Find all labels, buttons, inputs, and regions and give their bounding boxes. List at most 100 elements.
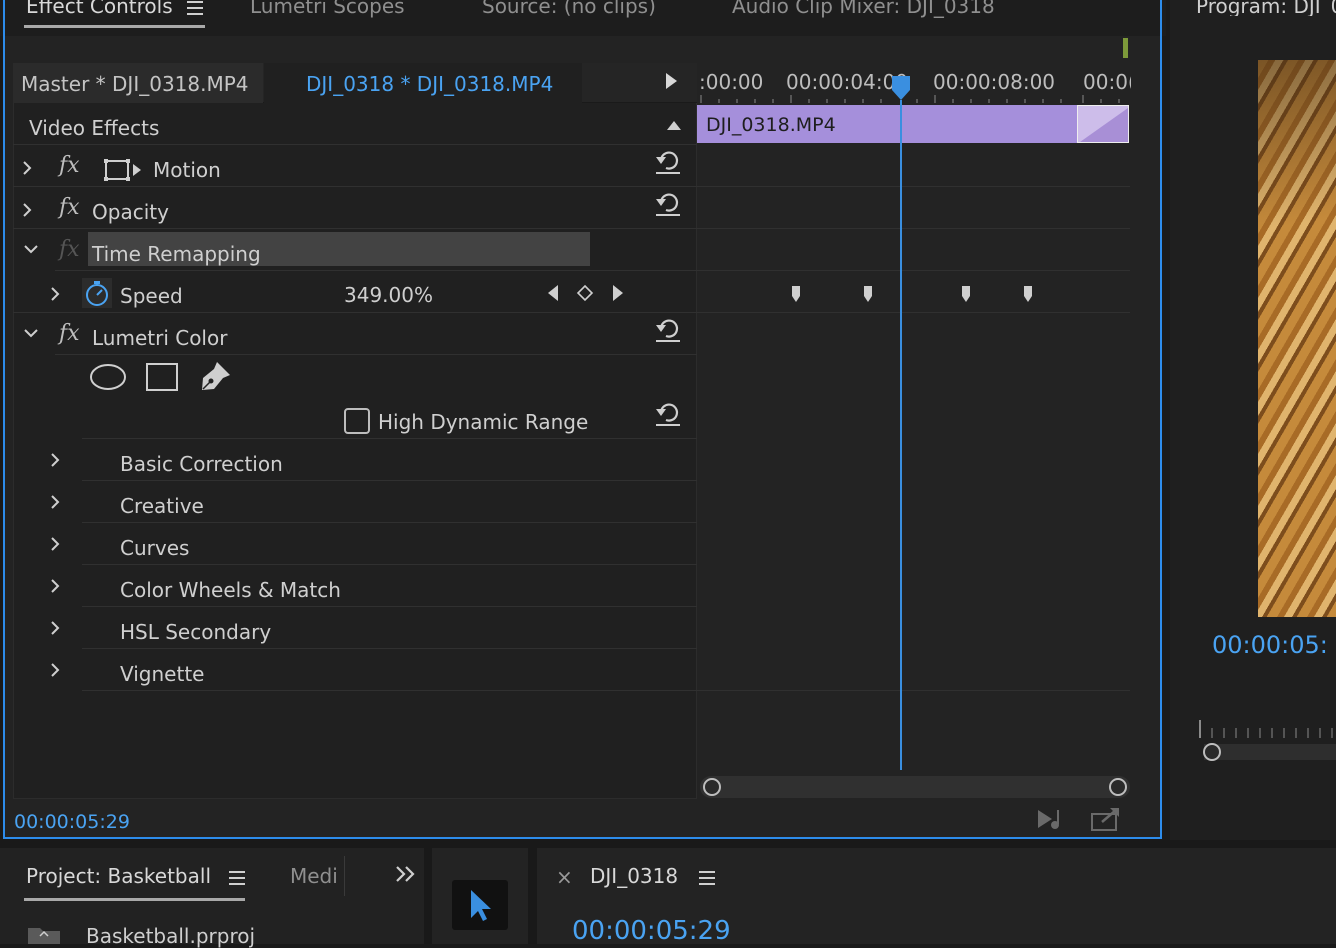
- play-right-icon[interactable]: [664, 72, 678, 90]
- section-basic-correction[interactable]: Basic Correction: [120, 454, 283, 474]
- active-tab-underline: [24, 898, 245, 901]
- play-audio-icon[interactable]: [1036, 806, 1070, 832]
- folder-icon: [26, 924, 62, 944]
- chevron-right-icon[interactable]: [48, 452, 62, 468]
- effect-name-lumetri-color: Lumetri Color: [92, 326, 228, 350]
- effect-timeline-area[interactable]: [697, 63, 1132, 799]
- chevron-right-icon[interactable]: [48, 578, 62, 594]
- tab-audio-clip-mixer[interactable]: Audio Clip Mixer: DJI_0318: [732, 0, 995, 16]
- fx-icon-disabled: fx: [59, 237, 80, 262]
- current-timecode[interactable]: 00:00:05:29: [14, 813, 130, 832]
- speed-value[interactable]: 349.00%: [344, 285, 433, 305]
- speed-label: Speed: [120, 284, 183, 308]
- fx-icon[interactable]: fx: [59, 197, 80, 219]
- close-icon[interactable]: ×: [556, 867, 573, 887]
- clip-transition[interactable]: [1077, 105, 1129, 143]
- stopwatch-icon[interactable]: [82, 278, 112, 308]
- divider: [13, 144, 697, 145]
- divider: [697, 186, 1130, 187]
- project-item-name[interactable]: Basketball.prproj: [86, 926, 255, 946]
- divider: [55, 270, 697, 271]
- playhead-line: [900, 100, 902, 770]
- chevron-down-icon[interactable]: [23, 244, 39, 256]
- speed-keyframe[interactable]: [1022, 284, 1034, 304]
- chevron-right-icon[interactable]: [48, 494, 62, 510]
- divider: [344, 856, 345, 896]
- next-keyframe-icon[interactable]: [611, 284, 625, 302]
- rectangle-mask-icon[interactable]: [145, 362, 179, 392]
- section-color-wheels[interactable]: Color Wheels & Match: [120, 580, 341, 600]
- chevron-right-icon[interactable]: [48, 662, 62, 678]
- tab-project[interactable]: Project: Basketball: [26, 866, 211, 886]
- sequence-timecode[interactable]: 00:00:05:29: [572, 918, 731, 944]
- video-effects-header: Video Effects: [29, 116, 160, 140]
- hdr-checkbox[interactable]: [344, 408, 370, 434]
- ruler-label: :00:00: [699, 70, 764, 94]
- effect-name-motion: Motion: [153, 158, 221, 182]
- speed-keyframe[interactable]: [960, 284, 972, 304]
- hamburger-icon[interactable]: [228, 870, 246, 886]
- master-clip-label[interactable]: Master * DJI_0318.MP4: [21, 74, 249, 94]
- add-keyframe-icon[interactable]: [576, 284, 594, 302]
- fx-icon[interactable]: fx: [59, 155, 80, 177]
- divider: [13, 186, 697, 187]
- scrollbar-left-handle[interactable]: [702, 777, 722, 797]
- chevron-right-icon[interactable]: [48, 536, 62, 552]
- divider: [82, 690, 697, 691]
- hdr-label: High Dynamic Range: [378, 410, 589, 434]
- hamburger-icon[interactable]: [698, 870, 716, 886]
- hamburger-icon[interactable]: [186, 0, 204, 16]
- overflow-chevrons-icon[interactable]: [394, 864, 418, 884]
- section-creative[interactable]: Creative: [120, 496, 204, 516]
- divider: [13, 228, 697, 229]
- divider: [697, 690, 1130, 691]
- scrollbar-right-handle[interactable]: [1108, 777, 1128, 797]
- pen-mask-icon[interactable]: [199, 359, 233, 393]
- program-title[interactable]: Program: DJI_0: [1196, 0, 1336, 16]
- reset-icon[interactable]: [654, 400, 682, 426]
- clip-name: DJI_0318.MP4: [706, 114, 836, 136]
- divider: [82, 564, 697, 565]
- tab-lumetri-scopes[interactable]: Lumetri Scopes: [250, 0, 405, 16]
- chevron-right-icon[interactable]: [48, 286, 62, 302]
- fx-icon[interactable]: fx: [59, 323, 80, 345]
- reset-icon[interactable]: [654, 148, 682, 174]
- selection-tool-button[interactable]: [452, 880, 508, 930]
- reset-icon[interactable]: [654, 190, 682, 216]
- program-video-frame[interactable]: [1258, 60, 1336, 617]
- ruler-label: 00:0(: [1083, 72, 1131, 92]
- chevron-right-icon[interactable]: [48, 620, 62, 636]
- collapse-triangle-icon[interactable]: [665, 118, 683, 132]
- divider: [697, 270, 1130, 271]
- divider: [697, 228, 1130, 229]
- effect-name-time-remapping: Time Remapping: [92, 242, 261, 266]
- program-ruler[interactable]: [1198, 718, 1336, 762]
- program-timecode[interactable]: 00:00:05:: [1212, 633, 1336, 657]
- zoom-scrollbar[interactable]: [700, 776, 1130, 798]
- divider: [13, 312, 697, 313]
- transform-icon[interactable]: [103, 157, 143, 183]
- divider: [82, 522, 697, 523]
- tab-source[interactable]: Source: (no clips): [482, 0, 656, 16]
- chevron-right-icon[interactable]: [20, 160, 34, 176]
- tab-effect-controls[interactable]: Effect Controls: [26, 0, 173, 16]
- speed-keyframe[interactable]: [790, 284, 802, 304]
- divider: [82, 606, 697, 607]
- section-curves[interactable]: Curves: [120, 538, 189, 558]
- ellipse-mask-icon[interactable]: [89, 362, 127, 392]
- work-area-marker: [1123, 38, 1128, 58]
- chevron-right-icon[interactable]: [20, 202, 34, 218]
- section-hsl-secondary[interactable]: HSL Secondary: [120, 622, 271, 642]
- divider: [55, 354, 697, 355]
- prev-keyframe-icon[interactable]: [546, 284, 560, 302]
- export-icon[interactable]: [1090, 806, 1122, 832]
- speed-keyframe[interactable]: [862, 284, 874, 304]
- section-vignette[interactable]: Vignette: [120, 664, 204, 684]
- ruler-ticks: [697, 91, 1132, 103]
- playhead-handle[interactable]: [890, 74, 912, 102]
- chevron-down-icon[interactable]: [23, 328, 39, 340]
- sequence-tab-name[interactable]: DJI_0318: [590, 866, 678, 886]
- sequence-clip-label[interactable]: DJI_0318 * DJI_0318.MP4: [306, 74, 553, 94]
- reset-icon[interactable]: [654, 316, 682, 342]
- tab-media-browser[interactable]: Medi: [290, 866, 338, 886]
